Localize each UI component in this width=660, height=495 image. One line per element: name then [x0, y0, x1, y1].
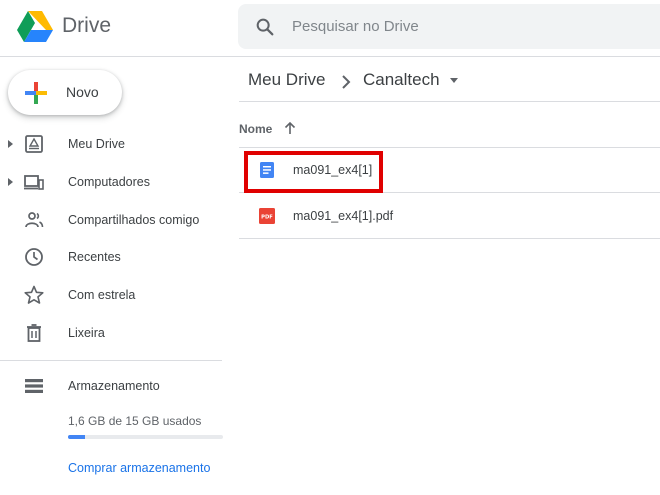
column-header-name[interactable]: Nome — [239, 113, 660, 145]
chevron-down-icon[interactable] — [450, 78, 458, 83]
file-name: ma091_ex4[1].pdf — [293, 209, 394, 223]
sidebar-item-storage[interactable]: Armazenamento — [0, 370, 224, 404]
sidebar-item-label: Meu Drive — [68, 137, 125, 151]
clock-icon — [25, 248, 43, 266]
storage-progress-bar — [68, 435, 223, 439]
storage-usage-text: 1,6 GB de 15 GB usados — [68, 414, 202, 428]
sidebar-item-trash[interactable]: Lixeira — [0, 317, 224, 351]
expand-arrow-icon[interactable] — [8, 140, 13, 148]
chevron-right-icon — [342, 75, 351, 89]
toolbar-divider — [239, 101, 660, 102]
file-row[interactable]: PDF ma091_ex4[1].pdf — [239, 194, 660, 239]
search-input[interactable] — [292, 4, 652, 49]
sidebar-item-computers[interactable]: Computadores — [0, 166, 224, 200]
trash-icon — [27, 324, 41, 342]
storage-label: Armazenamento — [68, 379, 160, 393]
search-icon[interactable] — [254, 16, 276, 38]
sidebar-item-starred[interactable]: Com estrela — [0, 279, 224, 313]
app-name[interactable]: Drive — [62, 14, 111, 38]
buy-storage-link[interactable]: Comprar armazenamento — [68, 461, 210, 475]
sidebar-item-label: Com estrela — [68, 288, 136, 302]
computers-icon — [24, 175, 44, 190]
plus-icon — [25, 82, 47, 104]
sidebar-divider — [0, 360, 222, 361]
new-button[interactable]: Novo — [8, 70, 122, 115]
highlight-box — [244, 151, 383, 193]
sidebar-item-recent[interactable]: Recentes — [0, 241, 224, 275]
expand-arrow-icon[interactable] — [8, 178, 13, 186]
new-button-label: Novo — [66, 84, 99, 100]
sidebar-item-shared[interactable]: Compartilhados comigo — [0, 204, 224, 238]
sidebar-item-label: Compartilhados comigo — [68, 213, 200, 227]
search-bar[interactable] — [238, 4, 660, 49]
star-icon — [24, 285, 44, 304]
drive-logo-icon[interactable] — [16, 9, 54, 43]
sidebar-item-label: Computadores — [68, 175, 150, 189]
storage-progress-fill — [68, 435, 85, 439]
breadcrumb-my-drive[interactable]: Meu Drive — [248, 70, 325, 90]
sort-arrow-up-icon[interactable] — [283, 121, 297, 135]
pdf-icon: PDF — [259, 208, 275, 224]
column-label: Nome — [239, 122, 273, 136]
sidebar-item-label: Recentes — [68, 250, 121, 264]
breadcrumb-current-folder[interactable]: Canaltech — [363, 70, 440, 90]
top-bar: Drive — [0, 0, 660, 57]
sidebar-item-my-drive[interactable]: Meu Drive — [0, 128, 224, 162]
storage-icon — [25, 379, 43, 393]
my-drive-icon — [25, 135, 43, 153]
svg-text:PDF: PDF — [261, 215, 273, 221]
shared-icon — [25, 212, 44, 228]
sidebar-item-label: Lixeira — [68, 326, 105, 340]
